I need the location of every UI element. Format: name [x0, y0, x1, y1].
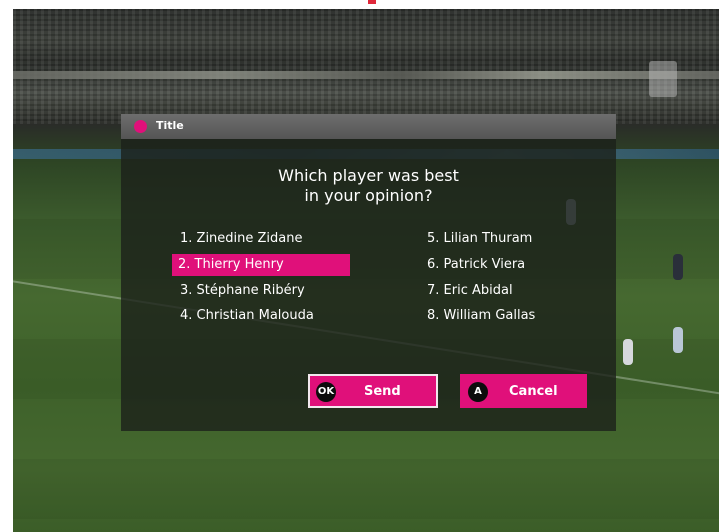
question-line-2: in your opinion? [304, 186, 433, 205]
player-figure [673, 327, 683, 353]
send-label: Send [364, 384, 401, 399]
option-8[interactable]: 8. William Gallas [421, 305, 587, 327]
dialog-title: Title [156, 119, 184, 132]
cancel-label: Cancel [509, 384, 558, 399]
cancel-button[interactable]: A Cancel [460, 374, 587, 408]
title-dot-icon [134, 120, 147, 133]
option-1[interactable]: 1. Zinedine Zidane [174, 228, 350, 250]
poll-dialog: Title Which player was best in your opin… [121, 114, 616, 431]
pitch-stripe [13, 459, 719, 519]
stadium-crowd [13, 9, 719, 124]
option-2-selected[interactable]: 2. Thierry Henry [172, 254, 350, 276]
top-marker [368, 0, 376, 4]
channel-logo [649, 61, 677, 97]
option-4[interactable]: 4. Christian Malouda [174, 305, 350, 327]
option-6[interactable]: 6. Patrick Viera [421, 254, 587, 276]
player-figure [623, 339, 633, 365]
player-figure [673, 254, 683, 280]
option-7[interactable]: 7. Eric Abidal [421, 280, 587, 302]
ok-key-icon: OK [316, 382, 336, 402]
advertising-board [13, 71, 719, 79]
question-line-1: Which player was best [278, 166, 459, 185]
send-button[interactable]: OK Send [308, 374, 438, 408]
option-5[interactable]: 5. Lilian Thuram [421, 228, 587, 250]
a-key-icon: A [468, 382, 488, 402]
dialog-header: Title [121, 114, 616, 139]
option-3[interactable]: 3. Stéphane Ribéry [174, 280, 350, 302]
poll-question: Which player was best in your opinion? [121, 166, 616, 206]
